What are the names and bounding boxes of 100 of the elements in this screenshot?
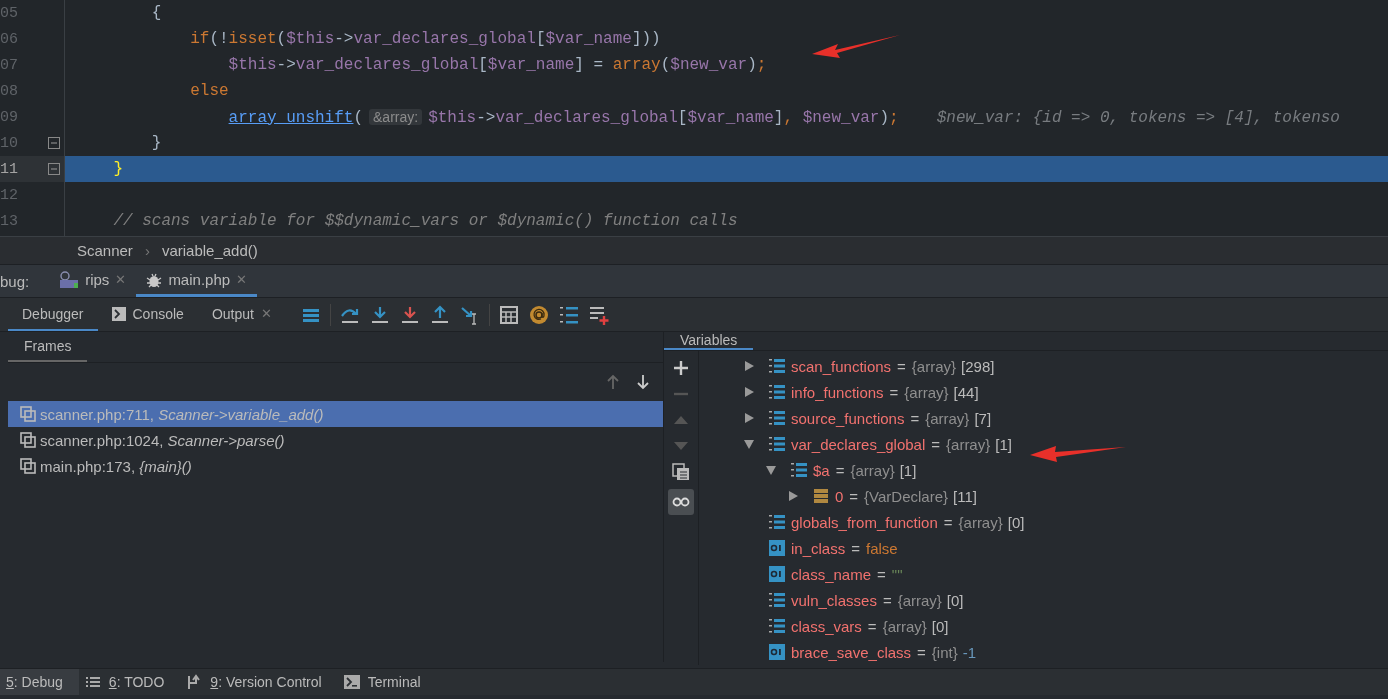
collapsed-triangle-icon[interactable] <box>787 490 799 502</box>
frame-icon <box>20 458 36 474</box>
equals-sign: = <box>849 487 859 505</box>
variable-value: [44] <box>953 383 979 401</box>
variable-name: info_functions <box>791 383 884 401</box>
variable-type: {array} <box>904 383 949 401</box>
frame-icon <box>20 406 36 422</box>
variables-tab[interactable]: Variables <box>664 332 754 350</box>
variable-type: {array} <box>911 357 957 375</box>
equals-sign: = <box>943 513 953 531</box>
fold-marker-icon[interactable] <box>48 163 60 175</box>
variable-name: in_class <box>791 539 846 557</box>
variable-value: [0] <box>1007 513 1025 531</box>
binary-icon <box>769 566 785 582</box>
debug-label: bug: <box>0 271 31 292</box>
code-line: { <box>151 3 162 24</box>
code-line: if(!isset($this->var_declares_global[$var_name])) <box>190 29 661 50</box>
variable-name: source_functions <box>791 409 905 427</box>
debugger-tab[interactable]: Debugger <box>22 305 84 322</box>
variable-value: [298] <box>961 357 995 375</box>
at-sign-icon[interactable] <box>527 303 550 326</box>
debugger-tab[interactable]: Console <box>132 305 184 322</box>
line-number: 07 <box>0 56 18 74</box>
equals-sign: = <box>931 435 941 453</box>
plus-icon[interactable] <box>672 359 690 377</box>
collapsed-triangle-icon[interactable] <box>743 412 755 424</box>
variable-name: brace_save_class <box>791 643 912 661</box>
variable-value: [1] <box>899 461 917 479</box>
binary-icon <box>769 540 785 556</box>
down-arrow-icon[interactable] <box>635 374 651 390</box>
fold-marker-icon[interactable] <box>48 137 60 149</box>
stack-icon <box>813 488 829 504</box>
breadcrumb-item[interactable]: variable_add() <box>161 242 258 259</box>
code-line: // scans variable for $$dynamic_vars or $dynamic() function calls <box>113 211 738 232</box>
code-line: } <box>151 133 162 154</box>
calculator-icon[interactable] <box>497 303 520 326</box>
breadcrumb-item[interactable]: Scanner <box>77 242 133 259</box>
frames-tab[interactable]: Frames <box>8 332 88 362</box>
terminal-icon <box>343 674 360 690</box>
bug-icon <box>146 271 163 288</box>
tool-window-tab[interactable]: 6: TODO <box>108 674 165 690</box>
line-number: 08 <box>0 82 18 100</box>
line-number: 05 <box>0 4 18 22</box>
breadcrumb-separator: › <box>144 242 150 259</box>
branch-icon <box>186 674 203 690</box>
variable-type: {array} <box>882 617 927 635</box>
frame-icon <box>20 432 36 448</box>
equals-sign: = <box>867 617 877 635</box>
variable-value: -1 <box>962 643 977 661</box>
variable-name: class_vars <box>791 617 862 635</box>
variable-value: [0] <box>931 617 949 635</box>
variable-type: {array} <box>958 513 1003 531</box>
variable-name: globals_from_function <box>791 513 938 531</box>
variable-name: var_declares_global <box>791 435 926 453</box>
list-icon <box>84 674 101 690</box>
up-arrow-icon[interactable] <box>605 374 621 390</box>
variable-value: false <box>865 539 898 557</box>
list-icon <box>769 410 785 426</box>
debug-session-tab[interactable]: rips <box>85 271 110 288</box>
debugger-tab[interactable]: Output <box>211 305 254 322</box>
variable-value: [11] <box>953 487 977 505</box>
collapsed-triangle-icon[interactable] <box>743 386 755 398</box>
variable-type: {array} <box>946 435 991 453</box>
equals-sign: = <box>917 643 926 661</box>
variable-name: scan_functions <box>791 357 892 375</box>
code-line: else <box>190 81 229 102</box>
line-number: 12 <box>0 186 18 204</box>
variable-type: {VarDeclare} <box>864 487 949 505</box>
equals-sign: = <box>910 409 920 427</box>
variable-type: {array} <box>925 409 970 427</box>
expanded-triangle-icon[interactable] <box>765 464 777 476</box>
line-number: 09 <box>0 108 18 126</box>
collapsed-triangle-icon[interactable] <box>743 360 755 372</box>
glasses-button[interactable] <box>668 489 694 515</box>
line-number: 11 <box>0 160 18 178</box>
variable-type: {array} <box>897 591 942 609</box>
variable-value: [1] <box>995 435 1012 453</box>
tool-window-tab[interactable]: Terminal <box>367 674 421 690</box>
debug-session-tab[interactable]: main.php <box>168 271 231 288</box>
code-line: array_unshift( &array: $this->var_declares_global[$var_name], $new_var); $new_var: {id => 0, tokens => [4], tokenso <box>228 107 1340 129</box>
stack-frame[interactable]: main.php:173, {main}() <box>40 457 192 475</box>
binary-icon <box>769 644 785 660</box>
equals-sign: = <box>897 357 906 375</box>
code-line: } <box>113 159 123 180</box>
list-icon <box>769 618 785 634</box>
copy-icon[interactable] <box>672 463 690 481</box>
list-icon <box>769 436 785 452</box>
equals-sign: = <box>877 565 886 583</box>
list-icon <box>769 514 785 530</box>
list-icon <box>769 384 785 400</box>
variable-type: {array} <box>850 461 895 479</box>
equals-sign: = <box>889 383 899 401</box>
tool-window-tab[interactable]: 9: Version Control <box>210 674 322 690</box>
line-number: 10 <box>0 134 18 152</box>
console-icon <box>111 306 126 321</box>
list-icon <box>769 358 785 374</box>
equals-sign: = <box>851 539 860 557</box>
stack-frame[interactable]: scanner.php:1024, Scanner->parse() <box>40 431 285 449</box>
expanded-triangle-icon[interactable] <box>743 438 755 450</box>
variable-value: [0] <box>946 591 964 609</box>
